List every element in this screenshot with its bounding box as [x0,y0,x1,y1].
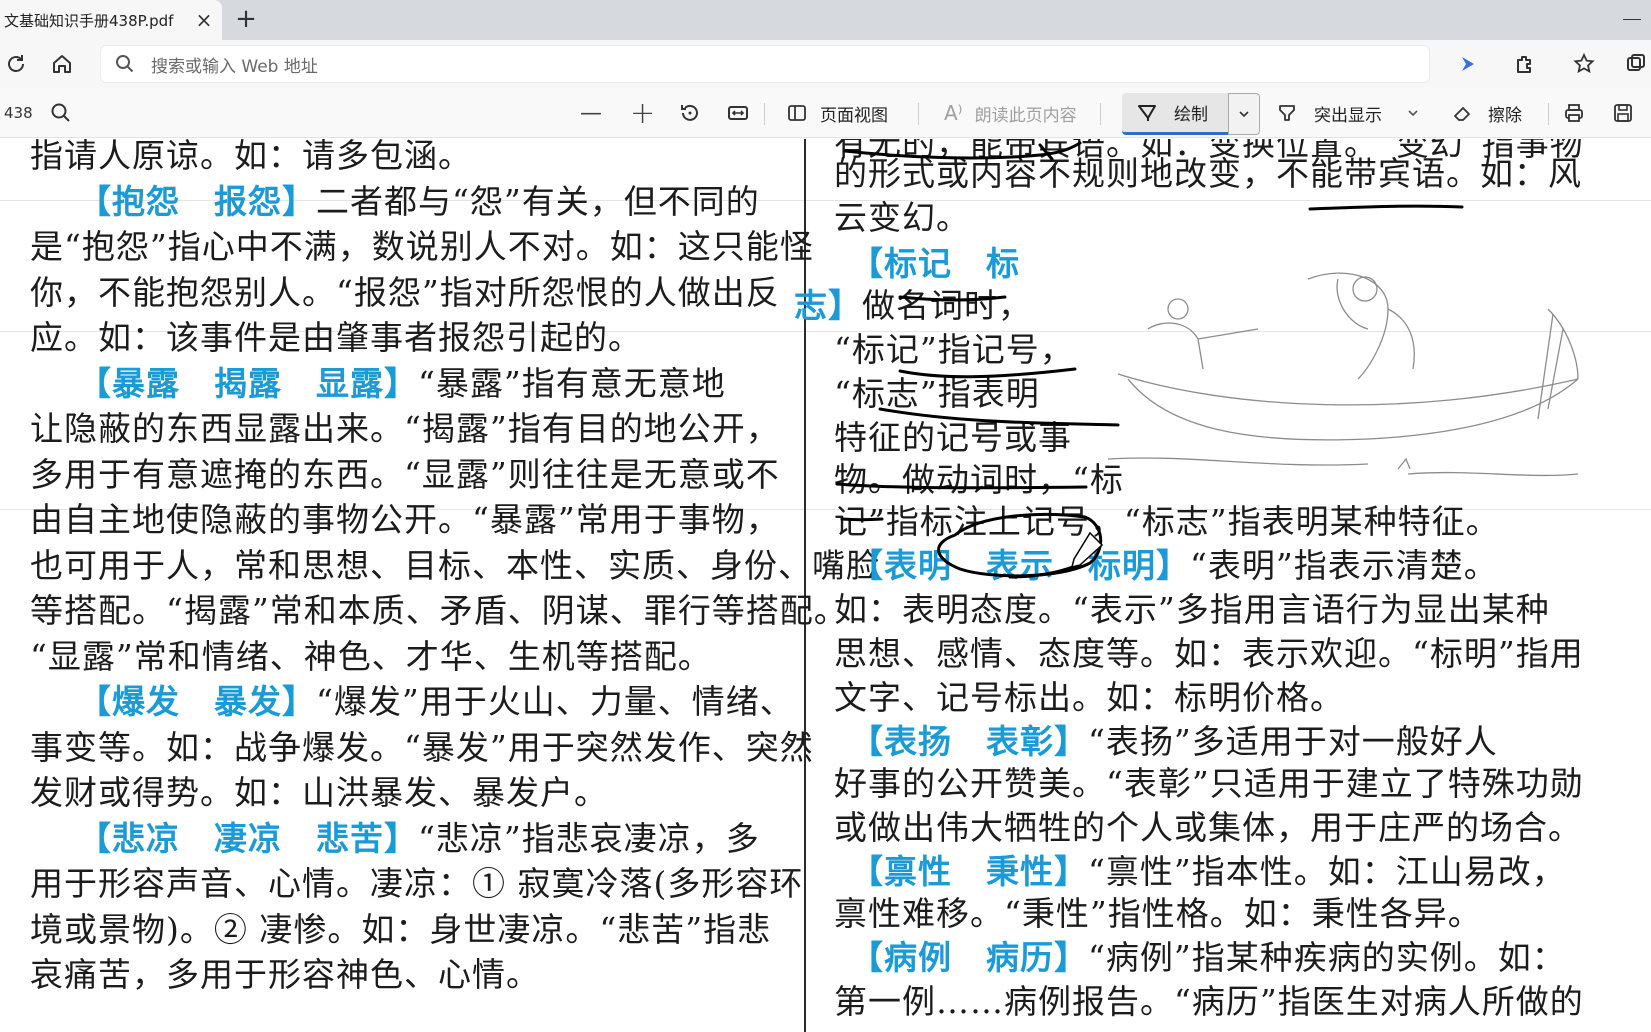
draw-icon [1138,104,1156,121]
page-count: 438 [4,104,33,122]
highlight-icon [1279,105,1295,121]
ink-underline [1308,204,1464,211]
copilot-icon[interactable] [1452,48,1484,80]
collections-icon[interactable] [1620,48,1651,80]
toolbar-separator [1548,103,1549,125]
ink-underline [898,367,1077,379]
pdf-document[interactable]: 指请人原谅。如：请多包涵。 【抱怨 报怨】二者都与“怨”有关，但不同的 是“抱怨”指… [0,139,1651,1032]
extensions-icon[interactable] [1508,48,1540,80]
pdf-toolbar: 438 — + 页面视图 A⁾ 朗读此页内容 绘制 突出显示 擦除 [0,88,1651,138]
page-view-icon [788,105,806,121]
page-view-label: 页面视图 [820,105,888,126]
tab-title: 文基础知识手册438P.pdf [4,11,174,30]
draw-button[interactable]: 绘制 [1122,93,1228,135]
find-icon[interactable] [50,96,72,130]
tab-strip: 文基础知识手册438P.pdf × + [0,0,1651,40]
zoom-out-button[interactable]: — [580,96,602,130]
ink-annotations [835,141,1464,579]
toolbar-separator [1100,103,1101,125]
address-input[interactable]: 搜索或输入 Web 地址 [151,52,318,77]
address-bar[interactable]: 搜索或输入 Web 地址 [100,45,1430,83]
browser-tab[interactable]: 文基础知识手册438P.pdf × [0,0,222,40]
refresh-icon[interactable] [0,48,32,80]
ink-underline [840,517,884,522]
toolbar-separator [918,103,919,125]
highlight-button[interactable]: 突出显示 [1276,96,1382,130]
read-aloud-button[interactable]: A⁾ 朗读此页内容 [944,96,1077,130]
rotate-icon[interactable] [678,96,702,130]
erase-button[interactable]: 擦除 [1452,96,1522,130]
chevron-down-icon [1408,110,1418,117]
erase-label: 擦除 [1488,105,1522,126]
ink-underline [898,295,1007,302]
minimize-button[interactable] [1611,10,1651,30]
draw-options-dropdown[interactable] [1228,93,1260,135]
chevron-down-icon [1239,111,1249,118]
save-icon[interactable] [1612,96,1634,130]
navigation-bar: 搜索或输入 Web 地址 [0,40,1651,88]
ink-underline [835,482,1088,490]
print-icon[interactable] [1562,96,1586,130]
toolbar-separator [764,103,765,125]
pen-cursor [1070,531,1104,569]
page-view-button[interactable]: 页面视图 [786,96,888,130]
read-aloud-icon: A⁾ [944,101,963,125]
ink-stroke [1038,143,1054,161]
new-tab-button[interactable]: + [232,6,260,34]
read-aloud-label: 朗读此页内容 [974,105,1077,126]
fit-width-icon[interactable] [726,96,750,130]
highlight-label: 突出显示 [1314,105,1382,126]
eraser-icon [1454,107,1470,121]
draw-label: 绘制 [1174,105,1208,125]
search-icon [116,55,134,73]
highlight-options-dropdown[interactable] [1406,96,1420,130]
ink-underline [878,407,1120,427]
favorites-icon[interactable] [1568,48,1600,80]
zoom-in-button[interactable]: + [630,96,655,131]
close-tab-icon[interactable]: × [192,8,216,32]
home-icon[interactable] [46,48,78,80]
